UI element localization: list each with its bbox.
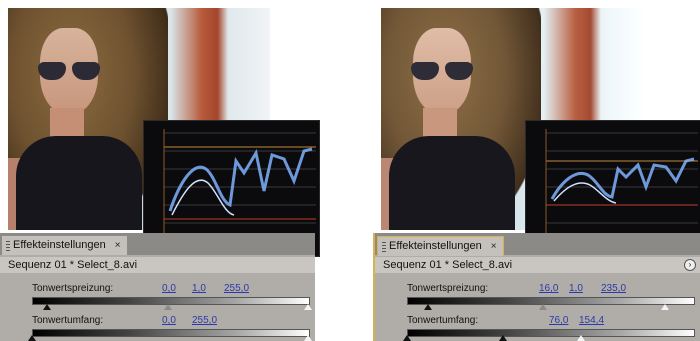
input-gamma-value[interactable]: 1,0 <box>569 281 583 297</box>
output-levels-label: Tonwertumfang: <box>407 315 479 326</box>
output-black-value[interactable]: 0,0 <box>162 313 176 329</box>
subject-top <box>389 136 515 230</box>
output-levels-row: Tonwertumfang: 0,0 255,0 <box>0 313 315 329</box>
output-white-value[interactable]: 255,0 <box>192 313 217 329</box>
close-icon[interactable]: × <box>115 236 121 255</box>
input-levels-label: Tonwertspreizung: <box>32 283 114 294</box>
subject-top <box>16 136 142 230</box>
tab-effekteinstellungen[interactable]: Effekteinstellungen × <box>377 236 504 256</box>
input-black-slider[interactable] <box>43 304 51 310</box>
input-black-value[interactable]: 16,0 <box>539 281 558 297</box>
output-white-value[interactable]: 154,4 <box>579 313 604 329</box>
panel-menu-icon[interactable]: › <box>684 259 696 271</box>
output-levels-row: Tonwertumfang: 76,0 154,4 <box>375 313 700 329</box>
panel-tabbar: Effekteinstellungen × <box>0 233 315 255</box>
output-mid-slider[interactable] <box>499 335 507 341</box>
sequence-title: Sequenz 01 * Select_8.avi <box>0 257 315 273</box>
input-white-value[interactable]: 255,0 <box>224 281 249 297</box>
panel-tabbar: Effekteinstellungen × <box>375 233 700 256</box>
output-black-slider[interactable] <box>403 335 411 341</box>
tab-effekteinstellungen[interactable]: Effekteinstellungen × <box>2 236 127 255</box>
sequence-title-text: Sequenz 01 * Select_8.avi <box>383 259 513 271</box>
input-levels-row: Tonwertspreizung: 16,0 1,0 235,0 <box>375 281 700 297</box>
sunglasses <box>411 62 475 82</box>
input-levels-gradient <box>407 297 695 305</box>
output-white-slider[interactable] <box>304 335 312 341</box>
sequence-title: Sequenz 01 * Select_8.avi › <box>375 257 700 273</box>
grip-icon[interactable] <box>6 240 10 251</box>
input-white-slider[interactable] <box>304 304 312 310</box>
input-black-slider[interactable] <box>424 304 432 310</box>
input-levels-row: Tonwertspreizung: 0,0 1,0 255,0 <box>0 281 315 297</box>
output-levels-gradient <box>407 329 695 337</box>
input-gamma-value[interactable]: 1,0 <box>192 281 206 297</box>
before-comparison-panel: Effekteinstellungen × Sequenz 01 * Selec… <box>0 0 320 341</box>
output-black-slider[interactable] <box>28 335 36 341</box>
input-black-value[interactable]: 0,0 <box>162 281 176 297</box>
after-comparison-panel: Effekteinstellungen × Sequenz 01 * Selec… <box>373 0 700 341</box>
output-levels-label: Tonwertumfang: <box>32 315 104 326</box>
input-white-value[interactable]: 235,0 <box>601 281 626 297</box>
input-white-slider[interactable] <box>661 304 669 310</box>
grip-icon[interactable] <box>382 241 386 252</box>
input-levels-label: Tonwertspreizung: <box>407 283 489 294</box>
output-levels-gradient <box>32 329 310 337</box>
tab-label: Effekteinstellungen <box>13 239 106 251</box>
effect-controls-panel: Effekteinstellungen × Sequenz 01 * Selec… <box>373 233 700 341</box>
tab-label: Effekteinstellungen <box>389 240 482 252</box>
input-gamma-slider[interactable] <box>539 304 547 310</box>
close-icon[interactable]: × <box>491 237 497 256</box>
effect-controls-panel: Effekteinstellungen × Sequenz 01 * Selec… <box>0 233 315 341</box>
output-black-value[interactable]: 76,0 <box>549 313 568 329</box>
sunglasses <box>38 62 102 82</box>
output-white-slider[interactable] <box>577 335 585 341</box>
input-gamma-slider[interactable] <box>164 304 172 310</box>
